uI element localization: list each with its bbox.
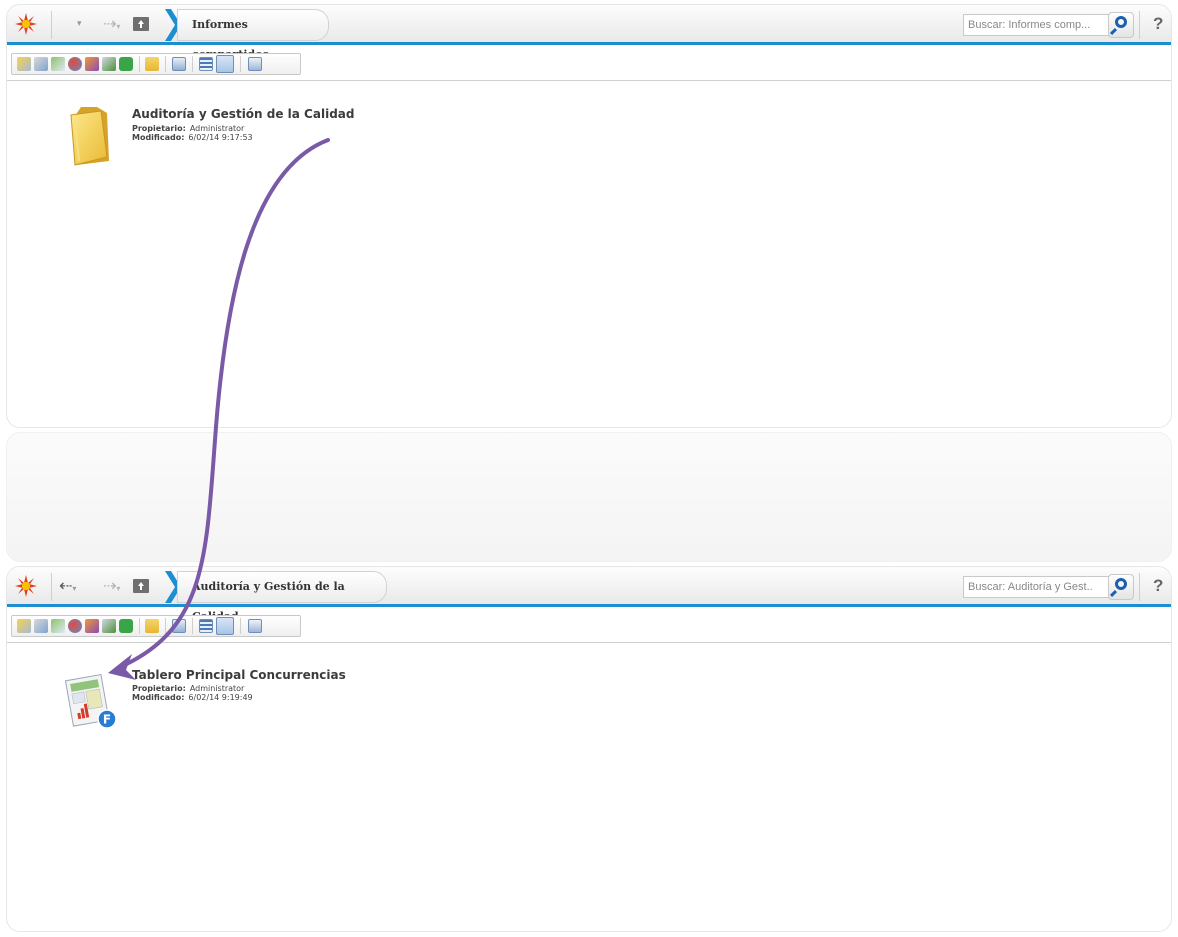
search-input[interactable]: Buscar: Informes comp... [963, 14, 1111, 36]
folder-owner: Propietario: Administrator [132, 124, 244, 133]
folder-icon[interactable] [67, 105, 113, 167]
back-icon[interactable]: ⇠▾ [59, 577, 87, 595]
separator [1139, 11, 1140, 39]
separator [165, 56, 166, 72]
new-folder-icon[interactable] [145, 57, 159, 71]
upload-icon[interactable] [119, 57, 133, 71]
search-input[interactable]: Buscar: Auditoría y Gest.. [963, 576, 1111, 598]
properties-icon[interactable] [172, 57, 186, 71]
new-chart-icon[interactable] [51, 57, 65, 71]
owner-label: Propietario: [132, 124, 186, 133]
new-analysis-icon[interactable] [68, 619, 82, 633]
report-modified: Modificado: 6/02/14 9:19:49 [132, 693, 253, 702]
format-badge: F [103, 713, 111, 727]
new-analysis-icon[interactable] [68, 57, 82, 71]
new-document-icon[interactable] [102, 57, 116, 71]
separator [139, 56, 140, 72]
empty-panel-background [6, 432, 1172, 562]
up-folder-icon[interactable] [133, 17, 149, 31]
modified-label: Modificado: [132, 133, 185, 142]
up-folder-icon[interactable] [133, 579, 149, 593]
separator [51, 11, 52, 39]
separator [139, 618, 140, 634]
modified-value: 6/02/14 9:17:53 [188, 133, 253, 142]
navigation-bar: ▾ ⇢▾ Informes compartidos Buscar: Inform… [7, 5, 1171, 61]
new-folder-icon[interactable] [145, 619, 159, 633]
separator [192, 618, 193, 634]
search-icon [1115, 578, 1127, 590]
owner-label: Propietario: [132, 684, 186, 693]
owner-value: Administrator [189, 684, 245, 693]
properties-icon[interactable] [172, 619, 186, 633]
forward-icon[interactable]: ⇢▾ [103, 15, 131, 33]
separator [240, 56, 241, 72]
new-document-icon[interactable] [102, 619, 116, 633]
list-view-icon[interactable] [199, 57, 213, 71]
search-icon [1115, 16, 1127, 28]
new-dashboard-icon[interactable] [34, 57, 48, 71]
app-logo-icon[interactable] [15, 575, 37, 597]
refresh-icon[interactable] [248, 57, 262, 71]
forward-icon[interactable]: ⇢▾ [103, 577, 131, 595]
action-toolbar [11, 615, 301, 637]
separator [165, 618, 166, 634]
new-report-icon[interactable] [17, 619, 31, 633]
owner-value: Administrator [189, 124, 245, 133]
breadcrumb-current[interactable]: Informes compartidos [177, 9, 329, 61]
explorer-panel-bottom: ⇠▾ ⇢▾ Auditoría y Gestión de la Calidad … [6, 566, 1172, 932]
new-report-icon[interactable] [17, 57, 31, 71]
separator [1139, 573, 1140, 601]
separator [51, 573, 52, 601]
new-cube-icon[interactable] [85, 619, 99, 633]
new-cube-icon[interactable] [85, 57, 99, 71]
breadcrumb-current[interactable]: Auditoría y Gestión de la Calidad [177, 571, 387, 623]
modified-label: Modificado: [132, 693, 185, 702]
new-chart-icon[interactable] [51, 619, 65, 633]
navigation-bar: ⇠▾ ⇢▾ Auditoría y Gestión de la Calidad … [7, 567, 1171, 623]
divider [7, 80, 1171, 81]
thumbnail-view-icon[interactable] [216, 55, 234, 73]
dashboard-report-icon[interactable]: F [65, 671, 117, 729]
explorer-panel-top: ▾ ⇢▾ Informes compartidos Buscar: Inform… [6, 4, 1172, 428]
folder-name[interactable]: Auditoría y Gestión de la Calidad [132, 107, 354, 121]
new-dashboard-icon[interactable] [34, 619, 48, 633]
report-name[interactable]: Tablero Principal Concurrencias [132, 668, 346, 682]
separator [192, 56, 193, 72]
divider [7, 642, 1171, 643]
separator [240, 618, 241, 634]
help-button[interactable]: ? [1153, 576, 1163, 596]
folder-modified: Modificado: 6/02/14 9:17:53 [132, 133, 253, 142]
help-button[interactable]: ? [1153, 14, 1163, 34]
app-logo-icon[interactable] [15, 13, 37, 35]
search-button[interactable] [1108, 12, 1134, 38]
upload-icon[interactable] [119, 619, 133, 633]
thumbnail-view-icon[interactable] [216, 617, 234, 635]
back-dropdown-icon[interactable]: ▾ [77, 15, 105, 33]
list-view-icon[interactable] [199, 619, 213, 633]
action-toolbar [11, 53, 301, 75]
refresh-icon[interactable] [248, 619, 262, 633]
modified-value: 6/02/14 9:19:49 [188, 693, 253, 702]
search-button[interactable] [1108, 574, 1134, 600]
report-owner: Propietario: Administrator [132, 684, 244, 693]
